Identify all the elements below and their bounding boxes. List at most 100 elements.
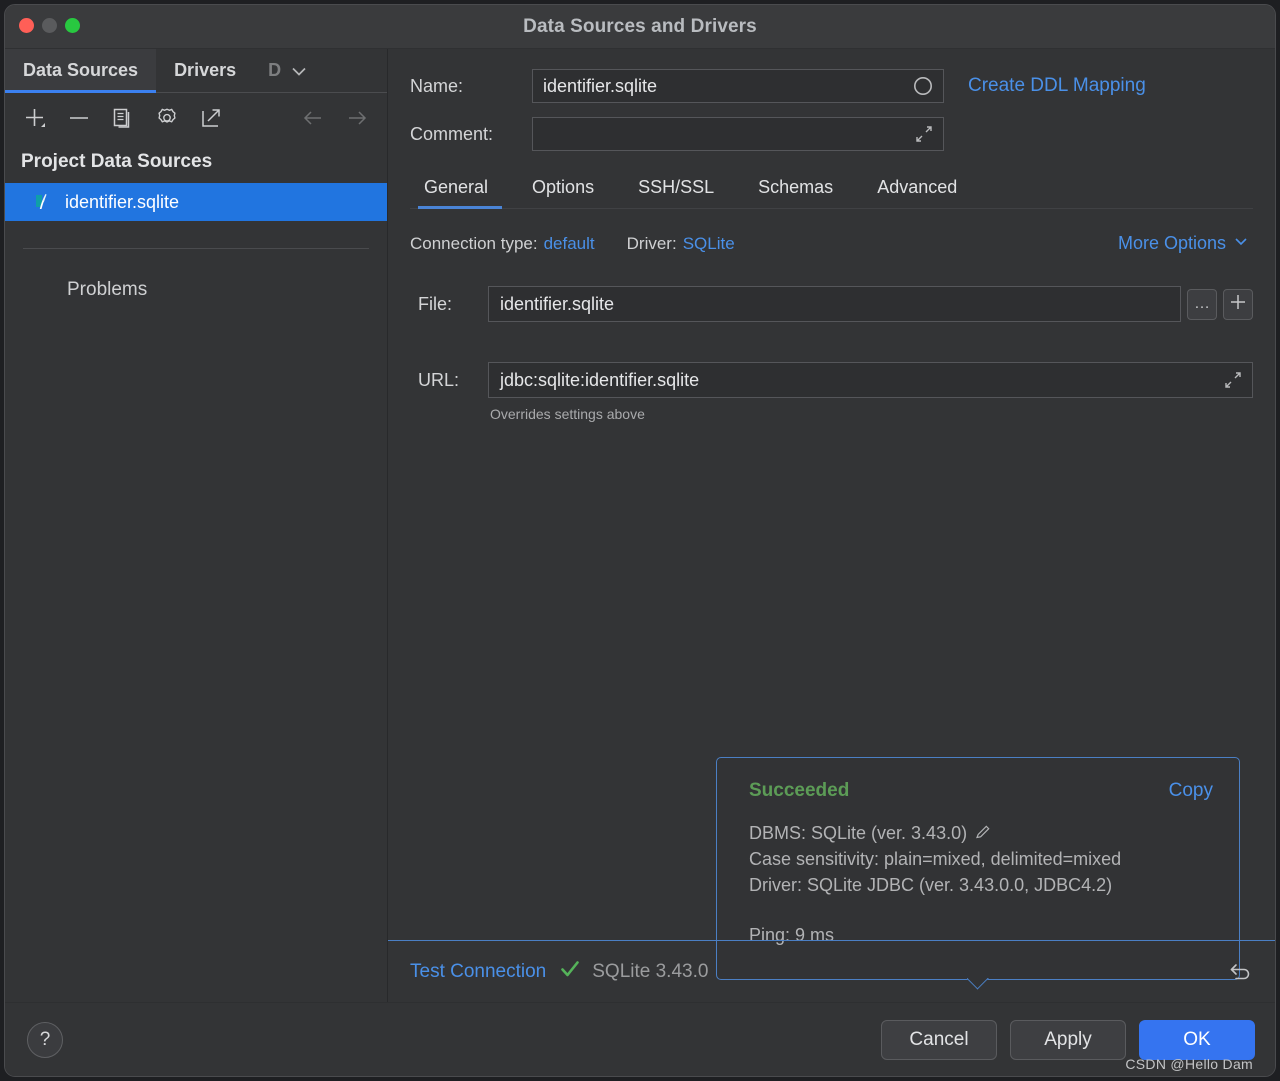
tab-truncated-label: D: [268, 60, 282, 80]
details-tabs: General Options SSH/SSL Schemas Advanced: [410, 169, 1253, 209]
checkmark-icon: [559, 958, 581, 986]
data-sources-group-title: Project Data Sources: [21, 151, 213, 172]
circle-icon[interactable]: [912, 75, 934, 97]
url-label: URL:: [418, 369, 460, 390]
ok-button[interactable]: OK: [1139, 1019, 1255, 1060]
close-window-button[interactable]: [19, 18, 34, 33]
url-input[interactable]: jdbc:sqlite:identifier.sqlite: [488, 362, 1253, 398]
name-row: Name: identifier.sqlite Create DDL Mappi…: [410, 69, 1253, 103]
file-input-value: identifier.sqlite: [500, 293, 615, 314]
help-button[interactable]: ?: [27, 1021, 63, 1058]
gear-icon[interactable]: [153, 104, 181, 132]
overrides-note: Overrides settings above: [490, 406, 645, 422]
page-title: Data Sources and Drivers: [523, 15, 757, 37]
problems-label: Problems: [67, 279, 148, 300]
more-options-label: More Options: [1117, 233, 1226, 253]
arrow-right-icon[interactable]: [343, 104, 371, 132]
watermark: CSDN @Hello Dam: [1125, 1056, 1253, 1072]
ellipsis-icon: …: [1194, 295, 1210, 312]
driver-label: Driver:: [626, 233, 677, 253]
url-row: URL: jdbc:sqlite:identifier.sqlite: [410, 362, 1253, 398]
pencil-icon[interactable]: [974, 823, 992, 841]
name-label: Name:: [410, 75, 464, 96]
sidebar-toolbar: [5, 93, 387, 143]
external-link-icon[interactable]: [197, 104, 225, 132]
file-row: File: identifier.sqlite …: [410, 286, 1253, 322]
duplicate-icon[interactable]: [109, 104, 137, 132]
file-add-button[interactable]: [1223, 288, 1253, 320]
expand-diagonal-icon[interactable]: [1223, 370, 1243, 390]
arrow-left-icon[interactable]: [299, 104, 327, 132]
title-bar: Data Sources and Drivers: [5, 5, 1275, 49]
test-connection-bar: Test Connection SQLite 3.43.0: [388, 940, 1275, 1002]
connection-type-label: Connection type:: [410, 233, 538, 253]
dbms-line-wrapper: DBMS: SQLite (ver. 3.43.0): [749, 820, 1213, 846]
connection-summary-row: Connection type: default Driver: SQLite …: [410, 233, 1253, 254]
url-input-value: jdbc:sqlite:identifier.sqlite: [500, 369, 700, 390]
revert-icon[interactable]: [1227, 958, 1255, 986]
tab-ssh-ssl[interactable]: SSH/SSL: [616, 169, 736, 208]
cancel-button-label: Cancel: [909, 1028, 969, 1050]
dialog-body: Data Sources Drivers D Project Data Sour…: [5, 49, 1275, 1002]
cancel-button[interactable]: Cancel: [881, 1019, 997, 1060]
copy-result-link[interactable]: Copy: [1169, 780, 1213, 802]
main-panel: Name: identifier.sqlite Create DDL Mappi…: [388, 49, 1275, 1002]
expand-diagonal-icon[interactable]: [914, 124, 934, 144]
tab-options-label: Options: [532, 177, 595, 197]
zoom-window-button[interactable]: [65, 18, 80, 33]
sidebar: Data Sources Drivers D Project Data Sour…: [5, 49, 388, 1002]
ok-button-label: OK: [1183, 1028, 1211, 1050]
apply-button[interactable]: Apply: [1010, 1019, 1126, 1060]
add-icon[interactable]: [21, 104, 49, 132]
dialog-window: Data Sources and Drivers Data Sources Dr…: [4, 4, 1276, 1077]
tab-general[interactable]: General: [410, 169, 510, 209]
name-input[interactable]: identifier.sqlite: [532, 69, 944, 103]
connection-type-value[interactable]: default: [544, 234, 595, 254]
details-form: Name: identifier.sqlite Create DDL Mappi…: [388, 49, 1275, 980]
tab-drivers[interactable]: Drivers: [156, 49, 254, 92]
traffic-lights: [19, 18, 80, 33]
tab-drivers-label: Drivers: [174, 60, 237, 80]
minimize-window-button[interactable]: [42, 18, 57, 33]
apply-button-label: Apply: [1044, 1028, 1092, 1050]
case-sensitivity-line: Case sensitivity: plain=mixed, delimited…: [749, 849, 1122, 870]
tab-schemas[interactable]: Schemas: [736, 169, 855, 208]
more-options-button[interactable]: More Options: [1118, 233, 1253, 254]
name-input-value: identifier.sqlite: [543, 75, 658, 96]
sidebar-tabstrip: Data Sources Drivers D: [5, 49, 387, 93]
driver-line: Driver: SQLite JDBC (ver. 3.43.0.0, JDBC…: [749, 875, 1113, 896]
sidebar-item-identifier-sqlite[interactable]: identifier.sqlite: [5, 183, 387, 221]
footer-actions: Cancel Apply OK: [881, 1019, 1255, 1060]
tab-advanced-label: Advanced: [877, 177, 958, 197]
popup-body: DBMS: SQLite (ver. 3.43.0) Case sensitiv…: [749, 820, 1213, 948]
tab-advanced[interactable]: Advanced: [855, 169, 979, 208]
chevron-down-icon[interactable]: [284, 49, 324, 92]
comment-row: Comment:: [410, 117, 1253, 151]
comment-input[interactable]: [532, 117, 944, 151]
plus-icon: [1228, 292, 1248, 317]
tab-data-sources[interactable]: Data Sources: [5, 49, 157, 93]
status-badge: Succeeded: [749, 780, 850, 801]
file-label: File:: [418, 293, 453, 314]
question-mark-icon: ?: [39, 1028, 51, 1050]
sqlite-feather-icon: [33, 191, 53, 213]
popup-header: Succeeded Copy: [749, 780, 1213, 802]
sidebar-item-problems[interactable]: Problems: [5, 249, 387, 301]
file-input[interactable]: identifier.sqlite: [488, 286, 1181, 322]
tab-options[interactable]: Options: [510, 169, 616, 208]
tab-general-label: General: [424, 177, 489, 197]
sidebar-item-label: identifier.sqlite: [65, 191, 180, 212]
tab-truncated[interactable]: D: [254, 49, 284, 92]
remove-icon[interactable]: [65, 104, 93, 132]
driver-value[interactable]: SQLite: [683, 234, 735, 254]
comment-label: Comment:: [410, 123, 494, 144]
tab-schemas-label: Schemas: [758, 177, 834, 197]
tab-ssh-ssl-label: SSH/SSL: [638, 177, 715, 197]
chevron-down-icon: [1233, 233, 1249, 254]
create-ddl-mapping-link[interactable]: Create DDL Mapping: [968, 75, 1146, 97]
file-browse-button[interactable]: …: [1187, 288, 1217, 320]
dialog-footer: ? Cancel Apply OK CSDN @Hello Dam: [5, 1002, 1275, 1076]
test-connection-link[interactable]: Test Connection: [410, 961, 546, 983]
sidebar-filler: [5, 301, 387, 1002]
dbms-line: DBMS: SQLite (ver. 3.43.0): [749, 823, 968, 843]
